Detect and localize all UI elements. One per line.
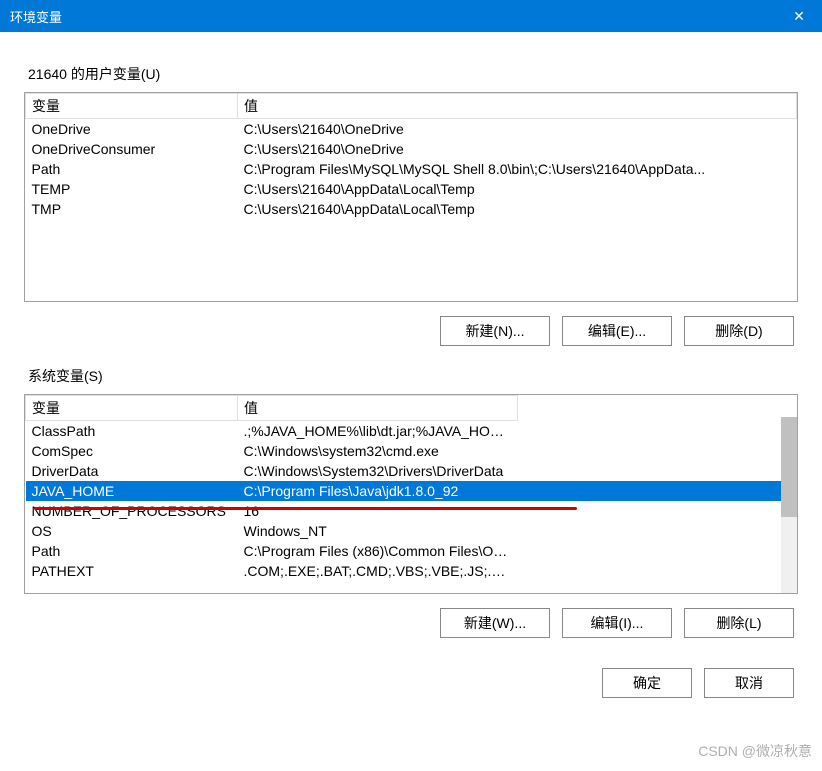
sys-vars-label: 系统变量(S) [28, 366, 798, 386]
user-vars-label: 21640 的用户变量(U) [28, 64, 798, 84]
table-row[interactable]: OneDriveConsumerC:\Users\21640\OneDrive [26, 139, 797, 159]
var-name-cell: PATHEXT [26, 561, 238, 581]
table-row[interactable]: PathC:\Program Files\MySQL\MySQL Shell 8… [26, 159, 797, 179]
user-edit-button[interactable]: 编辑(E)... [562, 316, 672, 346]
sys-vars-table-container: 变量 值 ClassPath.;%JAVA_HOME%\lib\dt.jar;%… [24, 394, 798, 594]
table-row[interactable]: PathC:\Program Files (x86)\Common Files\… [26, 541, 798, 561]
var-value-cell: C:\Windows\system32\cmd.exe [238, 441, 518, 461]
sys-col-value[interactable]: 值 [238, 396, 518, 421]
sys-edit-button[interactable]: 编辑(I)... [562, 608, 672, 638]
sys-vars-table[interactable]: 变量 值 ClassPath.;%JAVA_HOME%\lib\dt.jar;%… [25, 395, 797, 581]
ok-button[interactable]: 确定 [602, 668, 692, 698]
window-title: 环境变量 [10, 7, 62, 26]
user-delete-button[interactable]: 删除(D) [684, 316, 794, 346]
close-icon: ✕ [793, 8, 805, 25]
user-col-name[interactable]: 变量 [26, 94, 238, 119]
user-new-button[interactable]: 新建(N)... [440, 316, 550, 346]
sys-vars-buttons: 新建(W)... 编辑(I)... 删除(L) [24, 608, 794, 638]
user-col-value[interactable]: 值 [238, 94, 797, 119]
var-value-cell: C:\Users\21640\OneDrive [238, 119, 797, 140]
table-row[interactable]: NUMBER_OF_PROCESSORS16 [26, 501, 798, 521]
var-value-cell: C:\Program Files\Java\jdk1.8.0_92 [238, 481, 518, 501]
var-value-cell: .COM;.EXE;.BAT;.CMD;.VBS;.VBE;.JS;.JSE;.… [238, 561, 518, 581]
var-name-cell: TMP [26, 199, 238, 219]
watermark: CSDN @微凉秋意 [698, 741, 812, 761]
sys-new-button[interactable]: 新建(W)... [440, 608, 550, 638]
sys-scrollbar-thumb[interactable] [781, 417, 797, 517]
var-name-cell: ClassPath [26, 421, 238, 442]
user-vars-table-container: 变量 值 OneDriveC:\Users\21640\OneDriveOneD… [24, 92, 798, 302]
table-row[interactable]: OSWindows_NT [26, 521, 798, 541]
var-name-cell: OneDriveConsumer [26, 139, 238, 159]
var-name-cell: ComSpec [26, 441, 238, 461]
var-value-cell: C:\Users\21640\AppData\Local\Temp [238, 199, 797, 219]
table-row[interactable]: DriverDataC:\Windows\System32\Drivers\Dr… [26, 461, 798, 481]
var-value-cell: C:\Windows\System32\Drivers\DriverData [238, 461, 518, 481]
dialog-content: 21640 的用户变量(U) 变量 值 OneDriveC:\Users\216… [0, 32, 822, 714]
var-value-cell: C:\Users\21640\AppData\Local\Temp [238, 179, 797, 199]
cancel-button[interactable]: 取消 [704, 668, 794, 698]
var-name-cell: JAVA_HOME [26, 481, 238, 501]
var-value-cell: C:\Program Files (x86)\Common Files\Orac… [238, 541, 518, 561]
var-value-cell: Windows_NT [238, 521, 518, 541]
table-row[interactable]: ComSpecC:\Windows\system32\cmd.exe [26, 441, 798, 461]
table-row[interactable]: OneDriveC:\Users\21640\OneDrive [26, 119, 797, 140]
user-vars-table[interactable]: 变量 值 OneDriveC:\Users\21640\OneDriveOneD… [25, 93, 797, 219]
user-vars-buttons: 新建(N)... 编辑(E)... 删除(D) [24, 316, 794, 346]
title-bar: 环境变量 ✕ [0, 0, 822, 32]
sys-col-name[interactable]: 变量 [26, 396, 238, 421]
table-row[interactable]: PATHEXT.COM;.EXE;.BAT;.CMD;.VBS;.VBE;.JS… [26, 561, 798, 581]
table-row[interactable]: TMPC:\Users\21640\AppData\Local\Temp [26, 199, 797, 219]
table-row[interactable]: TEMPC:\Users\21640\AppData\Local\Temp [26, 179, 797, 199]
close-button[interactable]: ✕ [776, 0, 822, 32]
var-value-cell: C:\Users\21640\OneDrive [238, 139, 797, 159]
var-name-cell: OS [26, 521, 238, 541]
table-row[interactable]: JAVA_HOMEC:\Program Files\Java\jdk1.8.0_… [26, 481, 798, 501]
sys-delete-button[interactable]: 删除(L) [684, 608, 794, 638]
table-row[interactable]: ClassPath.;%JAVA_HOME%\lib\dt.jar;%JAVA_… [26, 421, 798, 442]
var-value-cell: .;%JAVA_HOME%\lib\dt.jar;%JAVA_HOME%\lib… [238, 421, 518, 442]
var-name-cell: Path [26, 541, 238, 561]
dialog-footer: 确定 取消 [24, 668, 794, 698]
var-name-cell: DriverData [26, 461, 238, 481]
var-name-cell: NUMBER_OF_PROCESSORS [26, 501, 238, 521]
var-value-cell: C:\Program Files\MySQL\MySQL Shell 8.0\b… [238, 159, 797, 179]
var-name-cell: Path [26, 159, 238, 179]
var-value-cell: 16 [238, 501, 518, 521]
var-name-cell: TEMP [26, 179, 238, 199]
var-name-cell: OneDrive [26, 119, 238, 140]
